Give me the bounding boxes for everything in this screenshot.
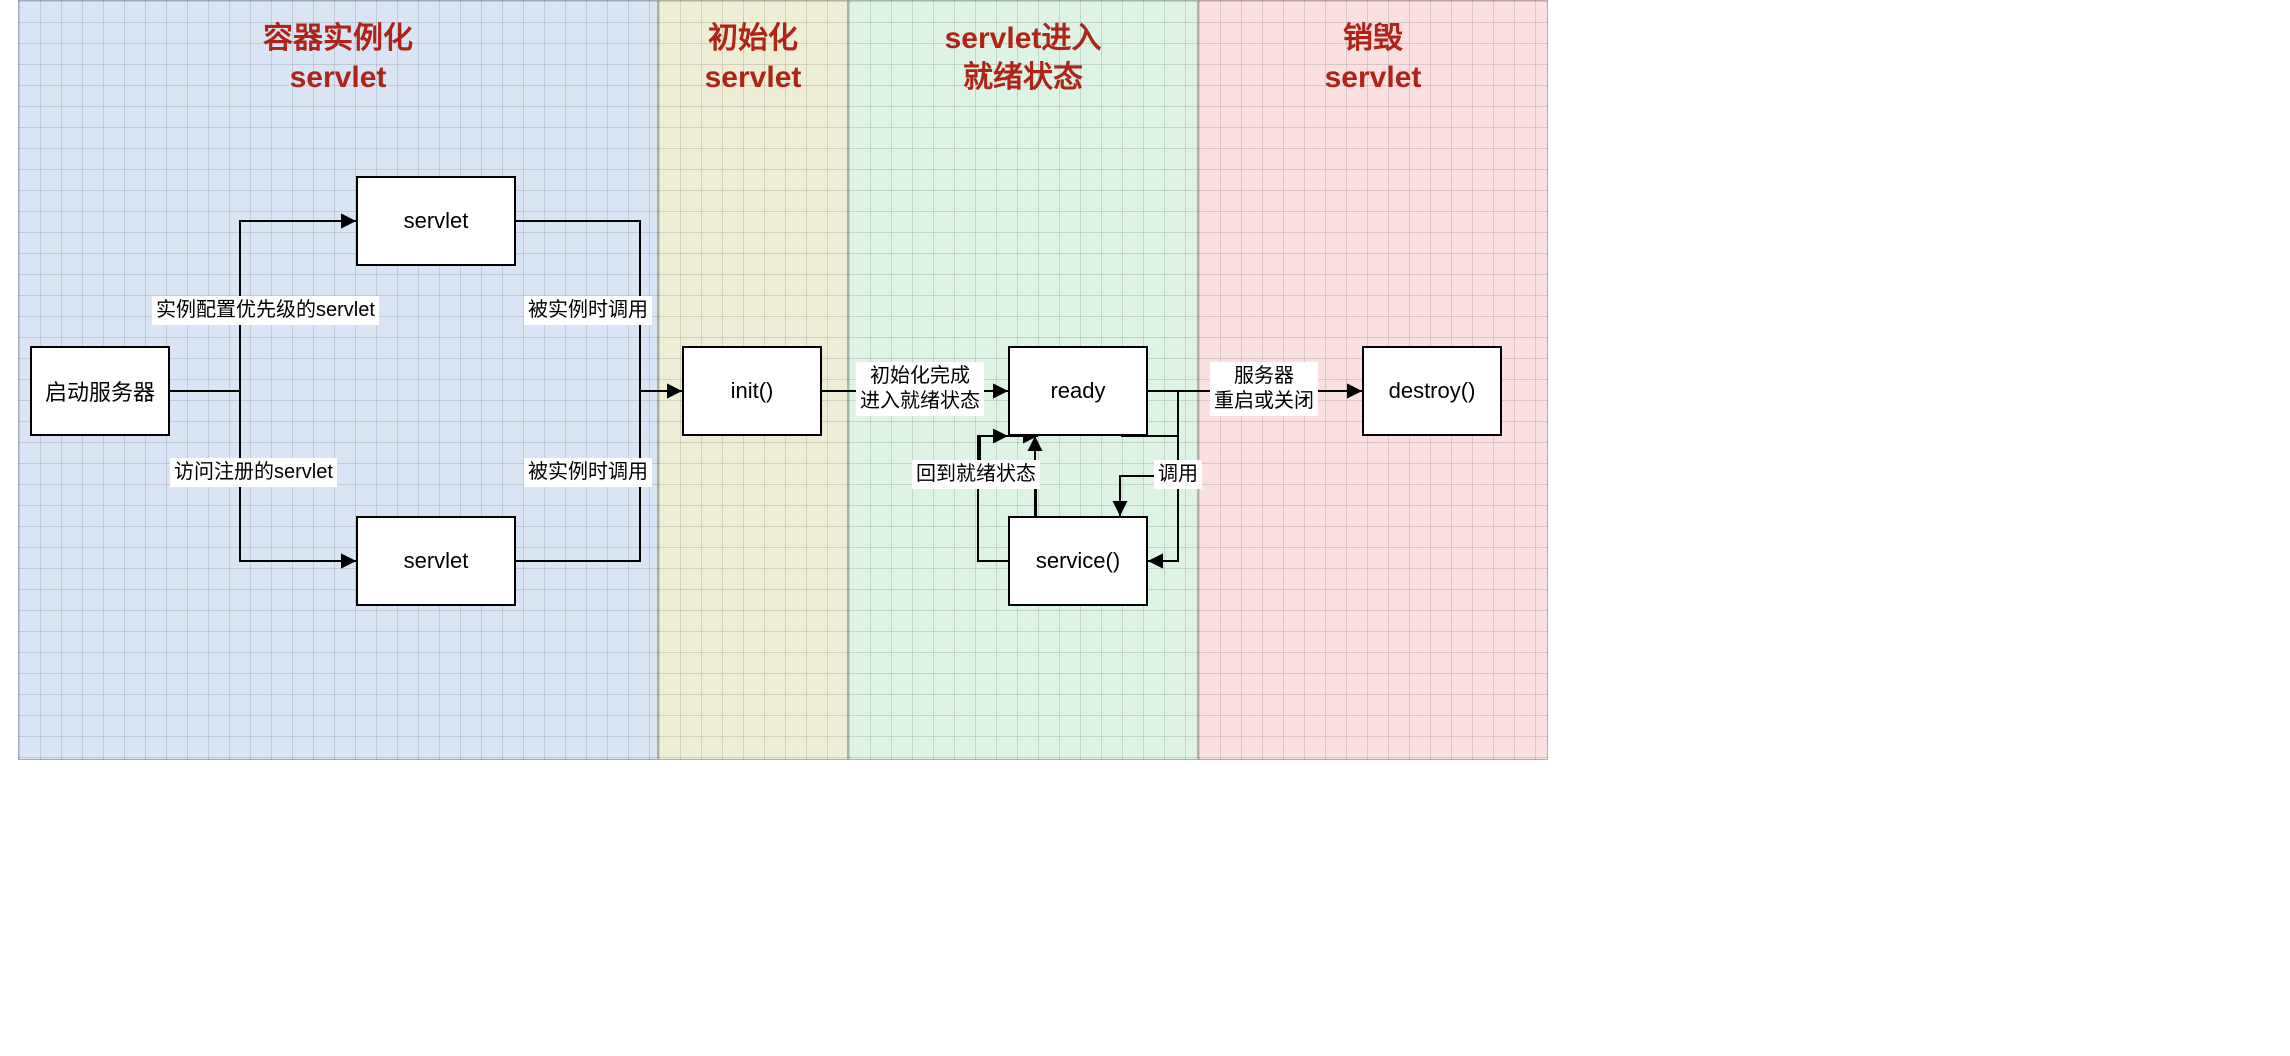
edge-label-init-done: 初始化完成 进入就绪状态 [856, 362, 984, 416]
node-service: service() [1008, 516, 1148, 606]
phase-title-instantiate: 容器实例化 servlet [19, 19, 657, 97]
edge-label-on-inst-bot: 被实例时调用 [524, 458, 652, 487]
node-label: ready [1050, 378, 1105, 404]
node-label: servlet [404, 208, 469, 234]
phase-title-line: servlet [290, 61, 387, 94]
edge-label-restart: 服务器 重启或关闭 [1210, 362, 1318, 416]
node-servlet-top: servlet [356, 176, 516, 266]
phase-title-line: 初始化 [708, 22, 798, 55]
node-init: init() [682, 346, 822, 436]
node-ready: ready [1008, 346, 1148, 436]
node-start: 启动服务器 [30, 346, 170, 436]
phase-title-line: servlet [705, 61, 802, 94]
diagram-canvas: 容器实例化 servlet 初始化 servlet servlet进入 就绪状态… [0, 0, 2290, 1056]
phase-title-line: servlet进入 [945, 22, 1102, 55]
edge-label-call: 调用 [1154, 460, 1202, 489]
node-label: destroy() [1389, 378, 1476, 404]
edge-label-back-ready: 回到就绪状态 [912, 460, 1040, 489]
phase-title-init: 初始化 servlet [659, 19, 847, 97]
phase-title-ready: servlet进入 就绪状态 [849, 19, 1197, 97]
phase-title-line: 就绪状态 [963, 61, 1083, 94]
node-servlet-bottom: servlet [356, 516, 516, 606]
phase-title-line: servlet [1325, 61, 1422, 94]
node-destroy: destroy() [1362, 346, 1502, 436]
phase-title-line: 销毁 [1343, 22, 1403, 55]
edge-label-visit-reg: 访问注册的servlet [170, 458, 337, 487]
edge-label-on-inst-top: 被实例时调用 [524, 296, 652, 325]
node-label: 启动服务器 [45, 375, 155, 407]
phase-title-line: 容器实例化 [263, 22, 413, 55]
node-label: init() [731, 378, 774, 404]
node-label: servlet [404, 548, 469, 574]
edge-label-cfg-priority: 实例配置优先级的servlet [152, 296, 379, 325]
phase-title-destroy: 销毁 servlet [1199, 19, 1547, 97]
node-label: service() [1036, 548, 1120, 574]
